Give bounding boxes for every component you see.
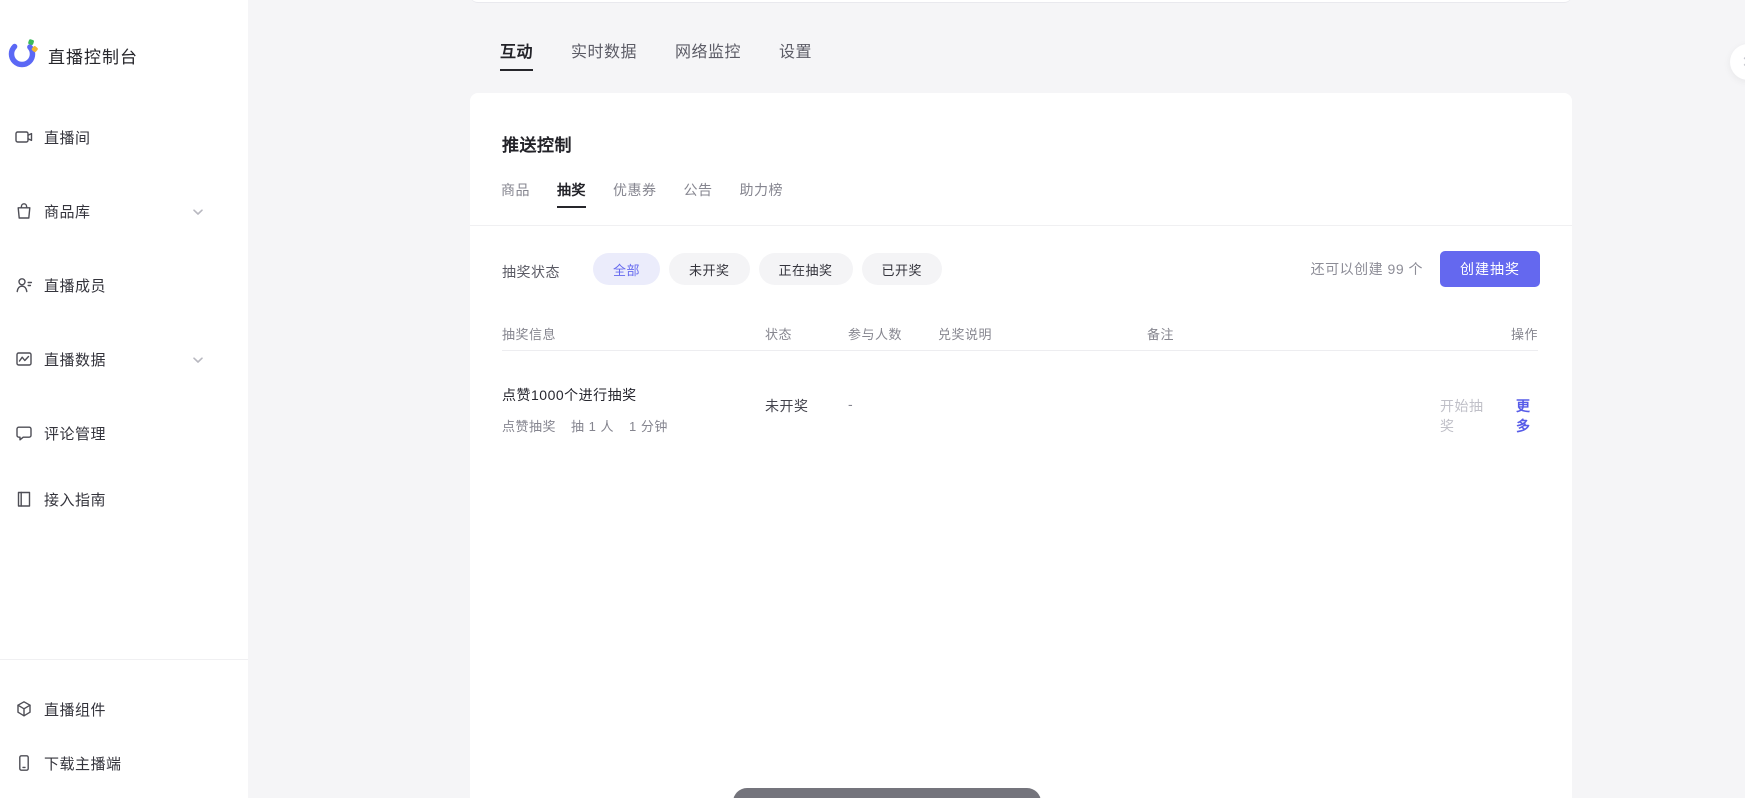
- sidebar-item-label: 直播间: [44, 127, 91, 148]
- sidebar-item-label: 接入指南: [44, 489, 106, 510]
- sidebar-item-label: 商品库: [44, 201, 91, 222]
- lottery-info-cell: 点赞1000个进行抽奖 点赞抽奖 抽 1 人 1 分钟: [502, 385, 765, 436]
- guide-icon: [14, 489, 34, 509]
- lottery-status-filter-label: 抽奖状态: [502, 262, 560, 282]
- sidebar-item-label: 评论管理: [44, 423, 106, 444]
- filter-pill-all[interactable]: 全部: [593, 253, 660, 285]
- cube-icon: [14, 699, 34, 719]
- sidebar-item-label: 直播组件: [44, 699, 106, 720]
- lottery-duration: 1 分钟: [629, 416, 668, 435]
- sidebar-item-live-members[interactable]: 直播成员: [0, 272, 248, 298]
- tab-boost-ranking[interactable]: 助力榜: [740, 183, 784, 197]
- tab-announcement[interactable]: 公告: [684, 183, 713, 197]
- lottery-subtitle: 点赞抽奖 抽 1 人 1 分钟: [502, 416, 765, 435]
- bottom-toolbar-pill[interactable]: [733, 788, 1041, 798]
- sidebar-divider: [0, 659, 248, 660]
- comment-icon: [14, 423, 34, 443]
- panel-title: 推送控制: [502, 131, 572, 156]
- column-header-remark: 备注: [1147, 324, 1440, 343]
- sidebar-item-label: 直播数据: [44, 349, 106, 370]
- create-area: 还可以创建 99 个 创建抽奖: [1311, 251, 1540, 287]
- column-header-lottery-info: 抽奖信息: [502, 324, 765, 343]
- app-title: 直播控制台: [48, 43, 138, 68]
- sidebar-item-label: 下载主播端: [44, 753, 122, 774]
- tab-products[interactable]: 商品: [501, 183, 530, 197]
- scrolled-card-edge: [470, 0, 1572, 3]
- top-tabs: 互动 实时数据 网络监控 设置: [500, 45, 812, 61]
- lottery-status-filter: 全部 未开奖 正在抽奖 已开奖: [593, 253, 942, 285]
- column-header-actions: 操作: [1440, 324, 1538, 343]
- remaining-quota-text: 还可以创建 99 个: [1311, 259, 1423, 279]
- more-actions-button[interactable]: 更多: [1516, 396, 1538, 436]
- participants-cell: -: [848, 385, 938, 436]
- filter-pill-drawn[interactable]: 已开奖: [862, 253, 943, 285]
- column-header-redeem-note: 兑奖说明: [938, 324, 1147, 343]
- tab-coupons[interactable]: 优惠券: [613, 183, 657, 197]
- start-lottery-button[interactable]: 开始抽奖: [1440, 396, 1484, 436]
- status-cell: 未开奖: [765, 385, 848, 436]
- sidebar-item-integration-guide[interactable]: 接入指南: [0, 486, 248, 512]
- actions-cell: 开始抽奖 更多: [1440, 385, 1538, 436]
- chevron-down-icon: [192, 205, 204, 217]
- members-icon: [14, 275, 34, 295]
- phone-icon: [14, 753, 34, 773]
- chart-icon: [14, 349, 34, 369]
- tab-interaction[interactable]: 互动: [500, 45, 533, 61]
- tab-lottery[interactable]: 抽奖: [557, 183, 586, 197]
- sidebar-item-product-library[interactable]: 商品库: [0, 198, 248, 224]
- chevron-down-icon: [192, 353, 204, 365]
- remark-cell: [1147, 385, 1440, 436]
- tab-realtime-data[interactable]: 实时数据: [571, 45, 637, 61]
- table-row: 点赞1000个进行抽奖 点赞抽奖 抽 1 人 1 分钟 未开奖 - 开始抽奖 更…: [502, 385, 1538, 436]
- sidebar: 直播控制台 直播间 商品库: [0, 0, 248, 798]
- push-control-panel: 推送控制 商品 抽奖 优惠券 公告 助力榜 抽奖状态 全部 未开奖 正在抽奖 已…: [470, 93, 1572, 798]
- column-header-participants: 参与人数: [848, 324, 938, 343]
- filter-pill-drawing[interactable]: 正在抽奖: [759, 253, 853, 285]
- sidebar-item-live-data[interactable]: 直播数据: [0, 346, 248, 372]
- create-lottery-button[interactable]: 创建抽奖: [1440, 251, 1540, 287]
- sidebar-item-live-room[interactable]: 直播间: [0, 124, 248, 150]
- column-header-status: 状态: [765, 324, 848, 343]
- tab-settings[interactable]: 设置: [779, 45, 812, 61]
- close-float-button[interactable]: ✕: [1730, 44, 1745, 80]
- sidebar-item-label: 直播成员: [44, 275, 106, 296]
- filter-pill-not-drawn[interactable]: 未开奖: [669, 253, 750, 285]
- sidebar-item-download-anchor-app[interactable]: 下载主播端: [0, 750, 248, 776]
- lottery-winner-count: 抽 1 人: [571, 416, 614, 435]
- app-window: 直播控制台 直播间 商品库: [0, 0, 1745, 798]
- tab-network-monitor[interactable]: 网络监控: [675, 45, 741, 61]
- lottery-title: 点赞1000个进行抽奖: [502, 385, 765, 405]
- sidebar-item-comment-management[interactable]: 评论管理: [0, 420, 248, 446]
- table-header: 抽奖信息 状态 参与人数 兑奖说明 备注 操作: [502, 324, 1538, 343]
- push-type-tabs: 商品 抽奖 优惠券 公告 助力榜: [501, 183, 783, 197]
- app-logo-icon: [8, 38, 38, 73]
- brand: 直播控制台: [8, 38, 138, 73]
- bag-icon: [14, 201, 34, 221]
- redeem-note-cell: [938, 385, 1147, 436]
- camera-icon: [14, 127, 34, 147]
- tabs-divider: [470, 225, 1572, 226]
- lottery-type: 点赞抽奖: [502, 416, 556, 435]
- table-header-border: [502, 350, 1538, 351]
- sidebar-item-live-components[interactable]: 直播组件: [0, 696, 248, 722]
